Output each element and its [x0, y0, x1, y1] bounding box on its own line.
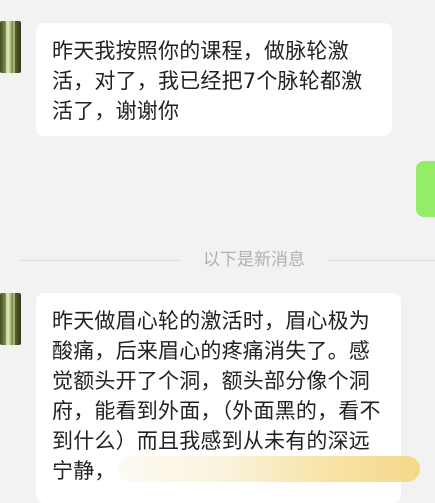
message-text: 昨天我按照你的课程，做脉轮激活，对了，我已经把7个脉轮都激活了，谢谢你: [52, 39, 363, 123]
new-messages-divider-line-right: [328, 260, 435, 261]
new-messages-divider-line-left: [20, 260, 180, 261]
redaction-overlay: [118, 456, 420, 482]
contact-avatar[interactable]: [0, 21, 21, 73]
new-messages-divider-label: 以下是新消息: [203, 250, 305, 270]
message-bubble-incoming[interactable]: 昨天我按照你的课程，做脉轮激活，对了，我已经把7个脉轮都激活了，谢谢你: [36, 23, 392, 136]
message-bubble-outgoing[interactable]: [416, 161, 435, 217]
contact-avatar[interactable]: [0, 293, 21, 345]
message-text: [416, 161, 417, 162]
